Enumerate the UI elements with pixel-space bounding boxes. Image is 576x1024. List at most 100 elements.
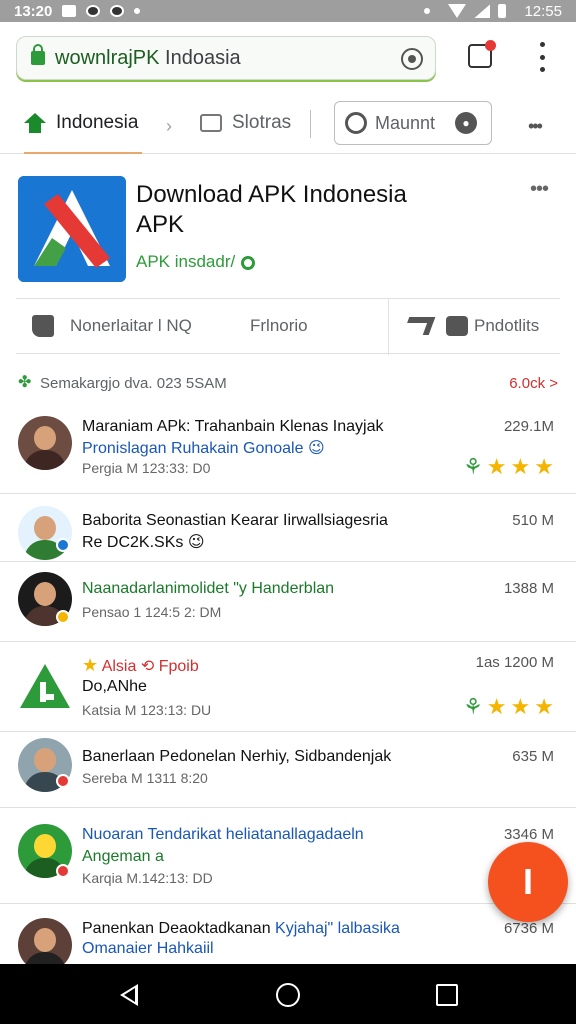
app-header-card: Download APK Indonesia APK APK insdadr/ … bbox=[0, 154, 576, 296]
action-divider bbox=[388, 299, 389, 355]
thumbs-up-icon[interactable] bbox=[32, 315, 54, 337]
file-size: 3346 M bbox=[503, 826, 554, 843]
list-item[interactable]: Baborita Seonastian Kearar Iirwallsiages… bbox=[0, 494, 576, 562]
action-right-label[interactable]: Pndotlits bbox=[474, 316, 539, 336]
avatar-badge bbox=[56, 610, 70, 624]
leaf-icon: ⚘ bbox=[463, 454, 483, 479]
list-item[interactable]: Maraniam APk: Trahanbain Klenas Inayjak … bbox=[0, 398, 576, 494]
app-subtitle: APK insdadr/ bbox=[136, 252, 256, 272]
file-size: 1388 M bbox=[503, 580, 554, 597]
app-logo bbox=[18, 176, 126, 282]
file-size: 1as 1200 M bbox=[475, 654, 554, 671]
clover-icon: ✤ bbox=[18, 374, 32, 391]
rating: ⚘ ★ ★ ★ bbox=[463, 456, 554, 478]
info-icon: ● bbox=[455, 112, 477, 134]
browser-menu-button[interactable] bbox=[536, 42, 548, 72]
home-label: Indonesia bbox=[56, 112, 139, 133]
app-notification-icon bbox=[110, 5, 125, 17]
star-icon: ★ bbox=[510, 454, 531, 479]
mount-button[interactable]: Maunnt ● bbox=[334, 101, 492, 145]
mount-label: Maunnt bbox=[375, 112, 436, 133]
notification-icon bbox=[62, 5, 77, 17]
key-icon bbox=[345, 112, 367, 134]
message-subtitle: Re DC2K.SKs 😉 bbox=[82, 534, 205, 551]
status-right-time: 12:55 bbox=[524, 2, 562, 20]
message-title: Nuoaran Tendarikat heliatanallagadaeln bbox=[82, 826, 364, 843]
avatar-badge bbox=[56, 774, 70, 788]
file-size: 510 M bbox=[512, 512, 554, 529]
chevron-right-icon: › bbox=[166, 116, 172, 136]
home-icon bbox=[24, 113, 46, 133]
breadcrumb: Indonesia › Slotras Maunnt ● ••• bbox=[0, 94, 576, 154]
list-item[interactable]: Panenkan Deaoktadkanan Kyjahaj" lalbasik… bbox=[0, 904, 576, 972]
file-size: 6736 M bbox=[503, 920, 554, 937]
app-title: Download APK Indonesia APK bbox=[136, 181, 407, 238]
message-title: ★ Alsia ⟲ Fpoib bbox=[82, 655, 199, 675]
url-text: wownlrajPK Indoasia bbox=[55, 46, 241, 69]
list-header-label: Semakargjo dva. 023 5SAM bbox=[40, 374, 227, 392]
address-bar[interactable]: wownlrajPK Indoasia bbox=[16, 36, 436, 80]
list-item[interactable]: ★ Alsia ⟲ Fpoib Do,ANhe Katsia M 123:13:… bbox=[0, 642, 576, 732]
nav-divider bbox=[310, 110, 311, 138]
leaf-icon: ⚘ bbox=[463, 694, 483, 719]
tabs-badge bbox=[485, 40, 496, 51]
star-icon: ★ bbox=[486, 454, 507, 479]
message-subtitle: Do,ANhe bbox=[82, 678, 147, 695]
tab-home[interactable]: Indonesia bbox=[24, 94, 142, 154]
message-meta: Sereba M 1311 8:20 bbox=[82, 770, 208, 786]
share-icon[interactable] bbox=[402, 317, 436, 335]
action-bar: Nonerlaitar l NQ Frlnorio Pndotlits bbox=[16, 298, 560, 355]
list-item[interactable]: Banerlaan Pedonelan Nerhiy, Sidbandenjak… bbox=[0, 732, 576, 808]
file-size: 229.1M bbox=[503, 418, 554, 435]
action-middle-label[interactable]: Frlnorio bbox=[250, 316, 308, 336]
wifi-icon bbox=[448, 4, 467, 18]
recents-icon[interactable] bbox=[436, 984, 458, 1006]
action-left-label[interactable]: Nonerlaitar l NQ bbox=[70, 316, 192, 336]
message-meta: Katsia M 123:13: DU bbox=[82, 702, 212, 718]
store-icon bbox=[200, 114, 222, 132]
avatar bbox=[18, 416, 72, 470]
avatar-badge bbox=[56, 864, 70, 878]
message-title: Baborita Seonastian Kearar Iirwallsiages… bbox=[82, 512, 388, 529]
status-time: 13:20 bbox=[14, 2, 53, 20]
message-meta: Pensao 1 124:5 2: DM bbox=[82, 604, 222, 620]
phone-icon bbox=[86, 5, 101, 17]
message-title: Maraniam APk: Trahanbain Klenas Inayjak bbox=[82, 418, 384, 435]
signal-icon bbox=[474, 4, 491, 18]
list-item[interactable]: Naanadarlanimolidet "y Handerblan Pensao… bbox=[0, 562, 576, 642]
system-nav-bar bbox=[0, 964, 576, 1024]
status-bar: 13:20 12:55 bbox=[0, 0, 576, 22]
star-icon: ★ bbox=[510, 694, 531, 719]
chat-icon[interactable] bbox=[446, 316, 468, 336]
message-subtitle: Omanaier Hahkaiil bbox=[82, 940, 214, 957]
message-meta: Pergia M 123:33: D0 bbox=[82, 460, 211, 476]
star-icon: ★ bbox=[534, 454, 554, 479]
dot-icon bbox=[134, 8, 141, 14]
star-icon: ★ bbox=[534, 694, 554, 719]
message-title: Banerlaan Pedonelan Nerhiy, Sidbandenjak bbox=[82, 748, 392, 765]
tabs-button[interactable] bbox=[468, 40, 496, 68]
list-header-link[interactable]: 6.0ck > bbox=[509, 375, 558, 392]
tab-stores[interactable]: Slotras bbox=[232, 112, 291, 134]
message-meta: Karqia M.142:13: DD bbox=[82, 870, 213, 886]
message-title: Panenkan Deaoktadkanan Kyjahaj" lalbasik… bbox=[82, 920, 400, 937]
browser-toolbar: wownlrajPK Indoasia bbox=[0, 22, 576, 94]
search-icon bbox=[241, 255, 256, 270]
overflow-menu-icon[interactable]: ••• bbox=[530, 178, 549, 201]
bluetooth-icon bbox=[424, 8, 431, 14]
rating: ⚘ ★ ★ ★ bbox=[463, 696, 554, 718]
app-icon-green bbox=[18, 660, 72, 714]
message-subtitle: Angeman a bbox=[82, 848, 164, 865]
more-horiz-icon[interactable]: ••• bbox=[528, 116, 543, 137]
back-icon[interactable] bbox=[120, 984, 138, 1006]
compose-icon[interactable]: I bbox=[488, 842, 568, 922]
message-subtitle: Pronislagan Ruhakain Gonoale 😉 bbox=[82, 440, 325, 457]
target-icon[interactable] bbox=[401, 48, 423, 70]
home-circle-icon[interactable] bbox=[276, 983, 300, 1007]
avatar-badge bbox=[56, 538, 70, 552]
status-right: 12:55 bbox=[424, 3, 562, 20]
battery-icon bbox=[498, 4, 507, 18]
file-size: 635 M bbox=[512, 748, 554, 765]
list-header: ✤ Semakargjo dva. 023 5SAM 6.0ck > bbox=[18, 372, 558, 394]
star-icon: ★ bbox=[486, 694, 507, 719]
